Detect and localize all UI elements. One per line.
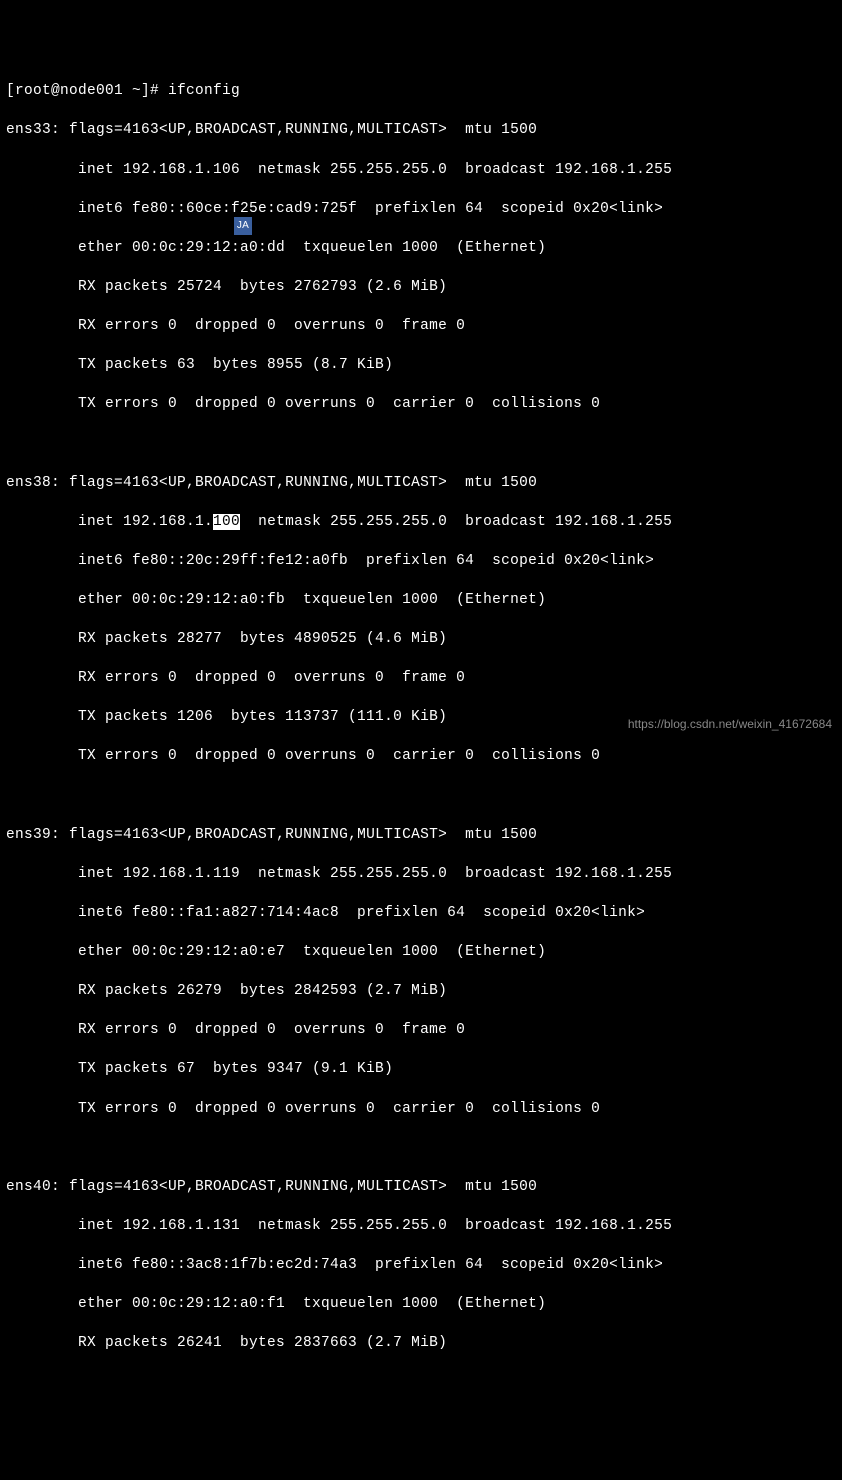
iface-inet6: inet6 fe80::60ce:f25e:cad9:725f prefixle… <box>6 200 836 220</box>
iface-inet: inet 192.168.1.100 netmask 255.255.255.0… <box>6 513 836 533</box>
selection-highlight[interactable]: 100 <box>213 514 240 530</box>
iface-rx-errors: RX errors 0 dropped 0 overruns 0 frame 0 <box>6 1021 836 1041</box>
iface-inet6: inet6 fe80::3ac8:1f7b:ec2d:74a3 prefixle… <box>6 1256 836 1276</box>
iface-ether: ether 00:0c:29:12:a0:e7 txqueuelen 1000 … <box>6 943 836 963</box>
iface-rx-errors: RX errors 0 dropped 0 overruns 0 frame 0 <box>6 317 836 337</box>
iface-ether: ether 00:0c:29:12:a0:dd txqueuelen 1000 … <box>6 239 836 259</box>
iface-inet: inet 192.168.1.106 netmask 255.255.255.0… <box>6 161 836 181</box>
iface-inet6: inet6 fe80::20c:29ff:fe12:a0fb prefixlen… <box>6 552 836 572</box>
iface-rx-errors: RX errors 0 dropped 0 overruns 0 frame 0 <box>6 669 836 689</box>
iface-header-ens33: ens33: flags=4163<UP,BROADCAST,RUNNING,M… <box>6 121 836 141</box>
iface-rx-packets: RX packets 28277 bytes 4890525 (4.6 MiB) <box>6 630 836 650</box>
blank-line <box>6 1139 836 1159</box>
iface-tx-errors: TX errors 0 dropped 0 overruns 0 carrier… <box>6 395 836 415</box>
iface-rx-packets: RX packets 26241 bytes 2837663 (2.7 MiB) <box>6 1334 836 1354</box>
watermark-text: https://blog.csdn.net/weixin_41672684 <box>628 716 832 732</box>
iface-header-ens38: ens38: flags=4163<UP,BROADCAST,RUNNING,M… <box>6 474 836 494</box>
iface-header-ens39: ens39: flags=4163<UP,BROADCAST,RUNNING,M… <box>6 826 836 846</box>
iface-ether: ether 00:0c:29:12:a0:f1 txqueuelen 1000 … <box>6 1295 836 1315</box>
iface-inet: inet 192.168.1.131 netmask 255.255.255.0… <box>6 1217 836 1237</box>
iface-ether: ether 00:0c:29:12:a0:fb txqueuelen 1000 … <box>6 591 836 611</box>
blank-line <box>6 434 836 454</box>
iface-rx-packets: RX packets 25724 bytes 2762793 (2.6 MiB) <box>6 278 836 298</box>
iface-header-ens40: ens40: flags=4163<UP,BROADCAST,RUNNING,M… <box>6 1178 836 1198</box>
blank-line <box>6 787 836 807</box>
ime-badge-icon[interactable]: JA <box>234 217 252 235</box>
iface-inet6: inet6 fe80::fa1:a827:714:4ac8 prefixlen … <box>6 904 836 924</box>
iface-inet: inet 192.168.1.119 netmask 255.255.255.0… <box>6 865 836 885</box>
prompt: [root@node001 ~]# <box>6 83 168 99</box>
iface-tx-errors: TX errors 0 dropped 0 overruns 0 carrier… <box>6 747 836 767</box>
iface-tx-packets: TX packets 67 bytes 9347 (9.1 KiB) <box>6 1060 836 1080</box>
iface-tx-packets: TX packets 63 bytes 8955 (8.7 KiB) <box>6 356 836 376</box>
command: ifconfig <box>168 83 240 99</box>
iface-rx-packets: RX packets 26279 bytes 2842593 (2.7 MiB) <box>6 982 836 1002</box>
iface-tx-errors: TX errors 0 dropped 0 overruns 0 carrier… <box>6 1100 836 1120</box>
terminal-prompt-line[interactable]: [root@node001 ~]# ifconfig <box>6 82 836 102</box>
